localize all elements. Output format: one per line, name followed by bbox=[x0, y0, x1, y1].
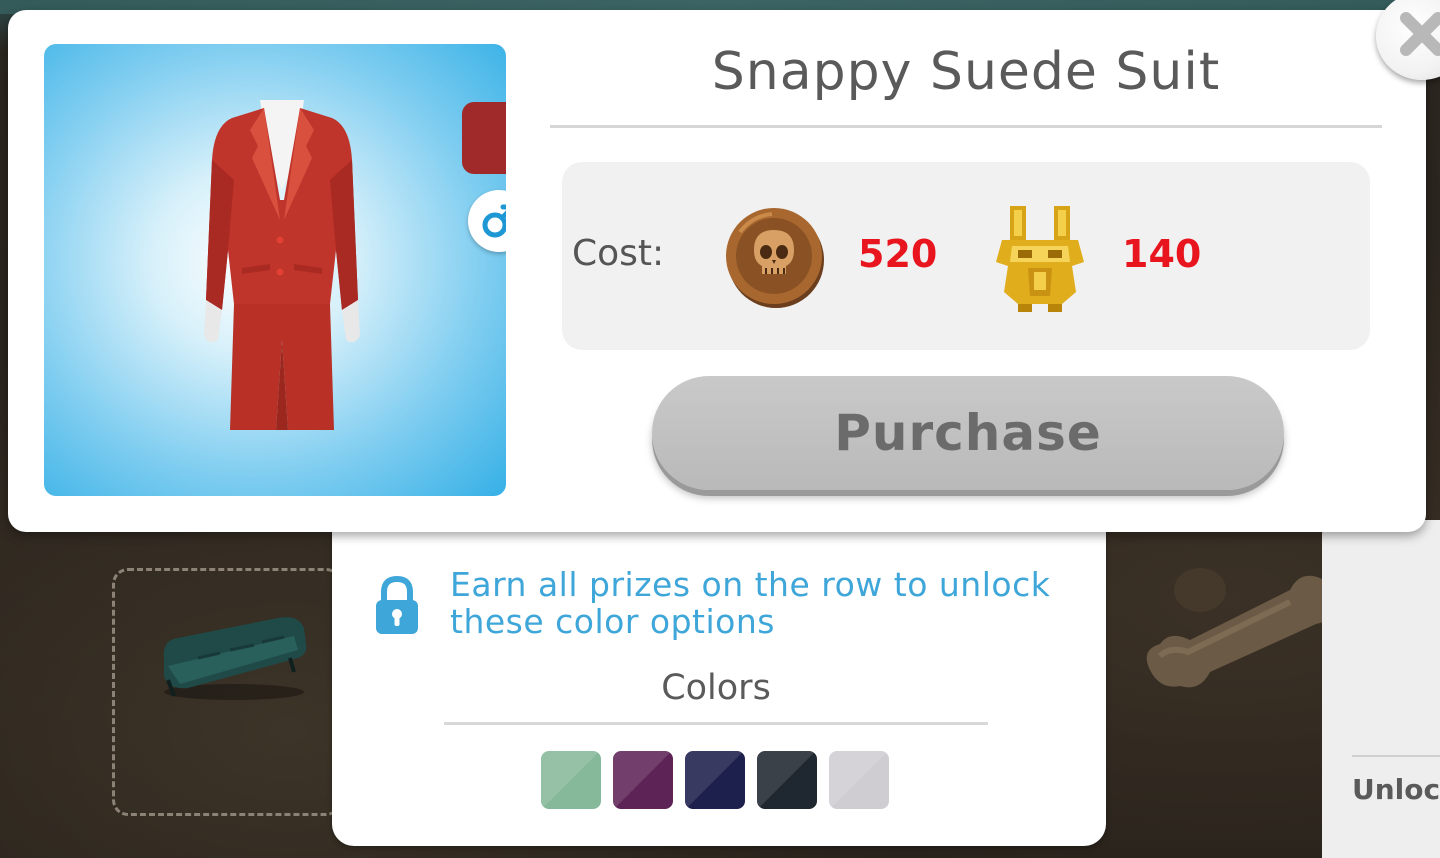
cost-value-totems: 140 bbox=[1122, 232, 1202, 276]
color-swatch-5[interactable] bbox=[829, 751, 889, 809]
side-panel-unlock-label[interactable]: Unlock bbox=[1352, 773, 1440, 806]
unlock-message-line-2: these color options bbox=[450, 602, 775, 641]
item-preview bbox=[44, 44, 506, 496]
golden-totem-icon bbox=[996, 206, 1084, 312]
male-symbol-icon bbox=[482, 204, 506, 238]
color-swatch-3[interactable] bbox=[685, 751, 745, 809]
color-swatch-4[interactable] bbox=[757, 751, 817, 809]
cost-value-coins: 520 bbox=[858, 232, 938, 276]
gender-badge[interactable] bbox=[468, 190, 506, 252]
cost-label: Cost: bbox=[572, 233, 665, 274]
unlock-message-line-1: Earn all prizes on the row to unlock bbox=[450, 565, 1051, 604]
purchase-button[interactable]: Purchase bbox=[652, 376, 1284, 490]
unlock-message: Earn all prizes on the row to unlock the… bbox=[450, 566, 1090, 640]
colors-title: Colors bbox=[661, 668, 771, 708]
skull-coin-icon bbox=[726, 208, 824, 308]
color-swatch-1[interactable] bbox=[541, 751, 601, 809]
bone-icon bbox=[1146, 568, 1330, 688]
colors-divider bbox=[444, 722, 988, 725]
close-icon bbox=[1400, 12, 1440, 56]
cost-box bbox=[562, 162, 1370, 350]
side-panel-divider bbox=[1352, 755, 1440, 757]
lock-icon bbox=[376, 576, 418, 634]
item-title: Snappy Suede Suit bbox=[711, 42, 1221, 102]
sofa-icon bbox=[163, 617, 307, 700]
title-divider bbox=[550, 125, 1382, 128]
suit-preview-image bbox=[204, 100, 360, 430]
side-panel: Unlock bbox=[1322, 520, 1440, 858]
color-swatch-2[interactable] bbox=[613, 751, 673, 809]
color-swatch-row bbox=[541, 751, 889, 809]
selected-color-chip[interactable] bbox=[462, 102, 506, 174]
